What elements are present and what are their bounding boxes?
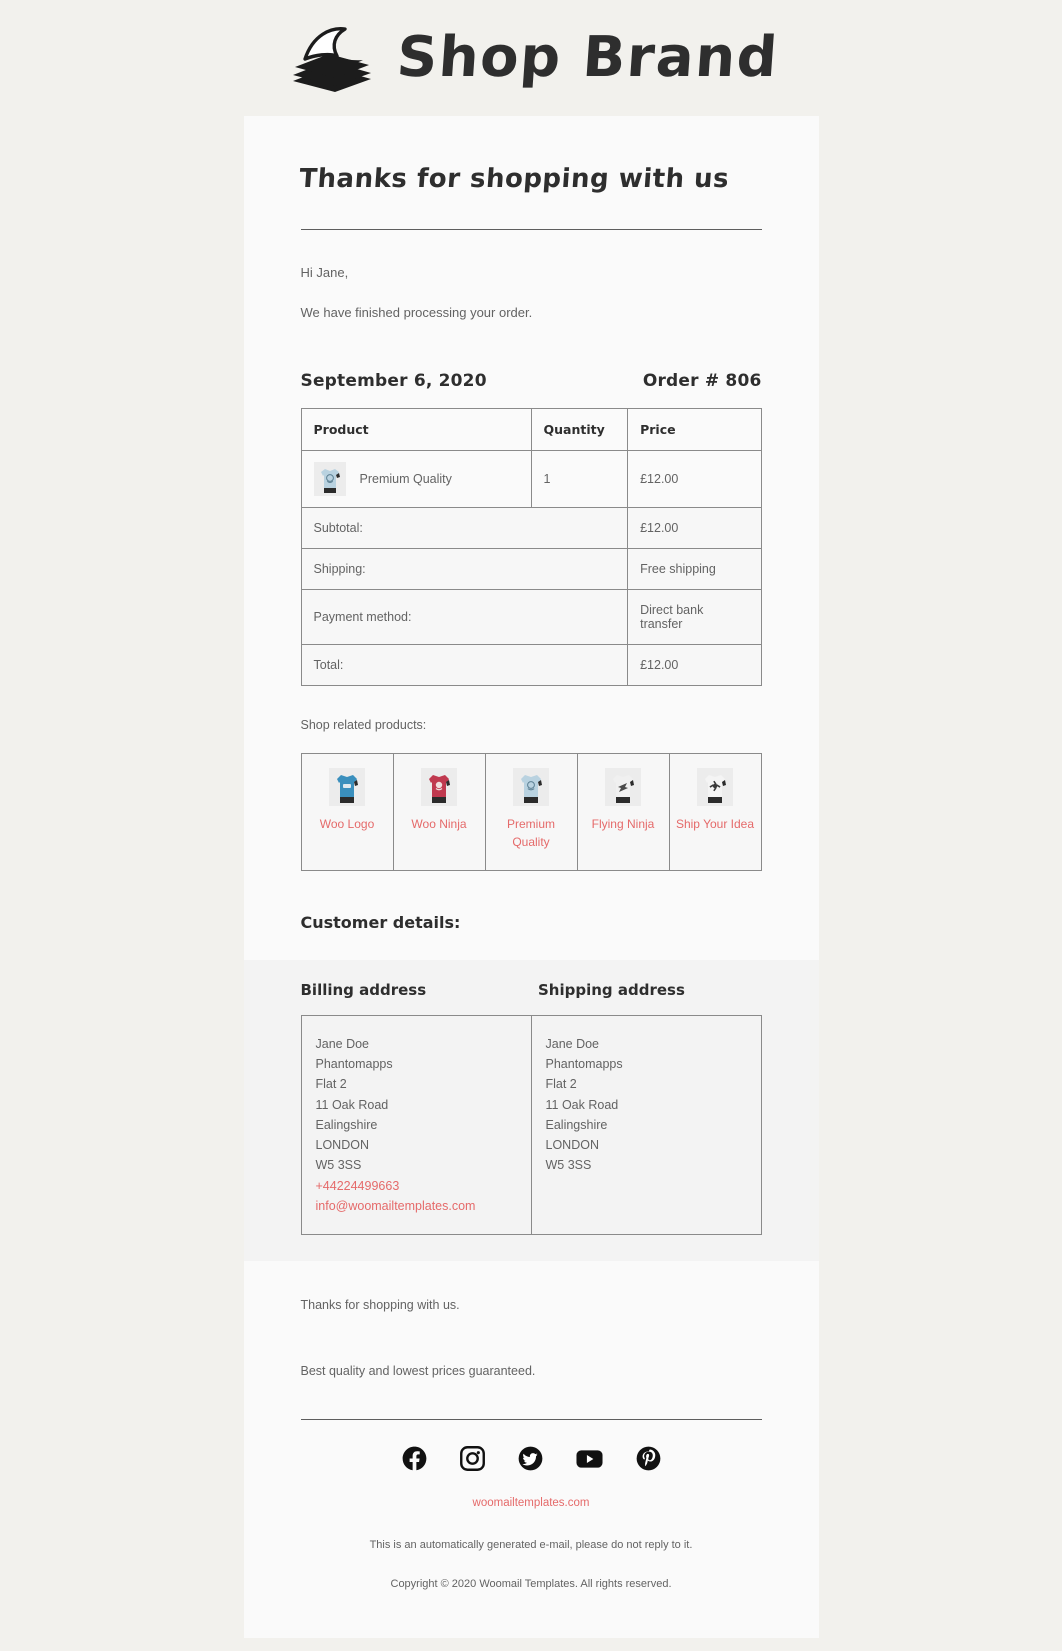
addresses-band: Billing address Shipping address Jane Do… [243,959,819,1262]
social-links [244,1420,819,1472]
stacked-papers-icon [283,23,379,93]
value-subtotal: £12.00 [627,506,762,549]
label-total: Total: [300,643,629,686]
shipping-line-1: Phantomapps [545,1057,623,1072]
instagram-icon[interactable] [459,1446,485,1472]
table-row-payment-method: Payment method: Direct bank transfer [300,588,762,645]
related-product-cell-4[interactable]: Ship Your Idea [668,752,762,871]
billing-line-2: Flat 2 [315,1077,347,1092]
table-row-total: Total: £12.00 [300,643,762,686]
greeting-text: Hi Jane, [300,265,349,281]
email-card: Thanks for shopping with us Hi Jane, We … [243,116,819,1639]
value-total: £12.00 [627,643,762,686]
related-product-link-3[interactable]: Flying Ninja [584,815,663,834]
related-product-cell-0[interactable]: Woo Logo [300,752,394,871]
shipping-line-4: Ealingshire [545,1117,608,1132]
billing-line-1: Phantomapps [315,1057,393,1072]
intro-text: We have finished processing your order. [300,304,533,320]
product-thumbnail [313,461,346,496]
brand-name: Shop Brand [395,25,781,90]
product-thumbnail-premium-quality [513,767,549,806]
shipping-line-5: LONDON [545,1138,599,1153]
cell-price: £12.00 [627,449,762,508]
value-payment-method: Direct bank transfer [627,588,762,645]
footer-auto-note: This is an automatically generated e-mai… [369,1539,693,1552]
product-thumbnail-woo-logo [329,767,365,806]
youtube-icon[interactable] [575,1449,603,1469]
shipping-line-3: 11 Oak Road [545,1097,619,1112]
cell-product: Premium Quality [300,449,532,508]
shipping-address-box: Jane Doe Phantomapps Flat 2 11 Oak Road … [530,1015,761,1235]
related-product-cell-1[interactable]: Woo Ninja [392,752,486,871]
related-product-cell-2[interactable]: Premium Quality [484,752,578,871]
billing-line-3: 11 Oak Road [315,1097,389,1112]
billing-phone-link[interactable]: +44224499663 [316,1176,517,1196]
product-thumbnail-ship-your-idea [697,767,733,806]
footer-site-link[interactable]: woomailtemplates.com [473,1497,590,1509]
order-number: Order # 806 [642,370,762,391]
footer-copyright: Copyright © 2020 Woomail Templates. All … [390,1577,672,1590]
table-header-row: Product Quantity Price [300,407,762,451]
related-product-link-2[interactable]: Premium Quality [492,815,571,852]
shipping-address-heading: Shipping address [538,980,685,999]
order-date: September 6, 2020 [300,370,487,391]
related-products-row: Woo Logo Woo Ninja Premium Quality Flyin… [300,752,762,871]
related-products-table: Woo Logo Woo Ninja Premium Quality Flyin… [300,752,762,871]
shipping-line-0: Jane Doe [545,1036,600,1051]
related-product-link-0[interactable]: Woo Logo [308,815,387,834]
label-subtotal: Subtotal: [300,506,629,549]
closing-line-1: Thanks for shopping with us. [300,1298,460,1313]
cell-quantity: 1 [530,449,629,508]
shipping-line-2: Flat 2 [545,1077,577,1092]
related-products-caption: Shop related products: [300,717,427,732]
billing-email-link[interactable]: info@woomailtemplates.com [316,1196,517,1216]
billing-line-5: LONDON [315,1138,369,1153]
billing-line-0: Jane Doe [315,1036,370,1051]
table-row-subtotal: Subtotal: £12.00 [300,506,762,549]
order-table: Product Quantity Price Premium Quality 1… [300,407,762,686]
table-row: Premium Quality 1 £12.00 [300,449,762,508]
pinterest-icon[interactable] [636,1446,661,1471]
billing-line-6: W5 3SS [315,1158,362,1173]
table-row-shipping: Shipping: Free shipping [300,547,762,590]
footer-site-link-wrap: woomailtemplates.com [244,1471,819,1511]
column-header-price: Price [627,407,762,451]
billing-address-heading: Billing address [300,980,427,999]
label-shipping: Shipping: [300,547,629,590]
product-name: Premium Quality [359,471,452,486]
related-product-link-4[interactable]: Ship Your Idea [676,815,755,834]
label-payment-method: Payment method: [300,588,629,645]
value-shipping: Free shipping [627,547,762,590]
customer-details-heading: Customer details: [300,912,461,932]
related-product-cell-3[interactable]: Flying Ninja [576,752,670,871]
page-title: Thanks for shopping with us [297,164,730,194]
product-thumbnail-woo-ninja [421,767,457,806]
shipping-line-6: W5 3SS [545,1158,592,1173]
brand-header: Shop Brand [0,0,1062,116]
billing-address-box: Jane Doe Phantomapps Flat 2 11 Oak Road … [302,1016,531,1234]
related-product-link-1[interactable]: Woo Ninja [400,815,479,834]
twitter-icon[interactable] [518,1446,543,1471]
column-header-quantity: Quantity [530,407,629,451]
billing-line-4: Ealingshire [315,1117,378,1132]
facebook-icon[interactable] [402,1446,427,1471]
order-meta: September 6, 2020 Order # 806 [301,324,762,391]
product-thumbnail-flying-ninja [605,767,641,806]
closing-block: Thanks for shopping with us. Best qualit… [244,1261,819,1381]
closing-line-2: Best quality and lowest prices guarantee… [300,1364,536,1379]
column-header-product: Product [300,407,532,451]
